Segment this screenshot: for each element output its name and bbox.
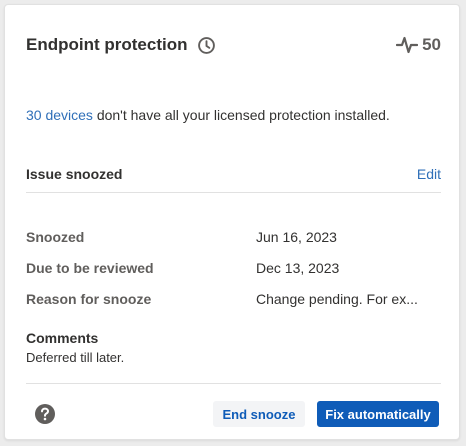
- edit-link[interactable]: Edit: [417, 166, 441, 182]
- comments-title: Comments: [26, 330, 99, 346]
- detail-label: Snoozed: [26, 228, 85, 245]
- footer-divider: [26, 383, 441, 384]
- detail-value: Dec 13, 2023: [256, 259, 340, 276]
- message-text: don't have all your licensed protection …: [92, 107, 390, 123]
- fix-automatically-button[interactable]: Fix automatically: [317, 401, 439, 427]
- issue-status-title: Issue snoozed: [26, 166, 123, 182]
- snooze-details: Snoozed Jun 16, 2023 Due to be reviewed …: [26, 221, 446, 314]
- comments-text: Deferred till later.: [26, 350, 125, 365]
- snooze-section-header: Issue snoozed Edit: [26, 166, 441, 182]
- detail-value: Change pending. For ex...: [256, 290, 418, 307]
- comments-section: Comments Deferred till later.: [26, 330, 124, 365]
- section-divider: [26, 192, 441, 193]
- detail-label: Reason for snooze: [26, 290, 152, 307]
- card-header: Endpoint protection: [26, 35, 216, 55]
- detail-row-reason: Reason for snooze Change pending. For ex…: [26, 283, 446, 314]
- detail-row-due: Due to be reviewed Dec 13, 2023: [26, 252, 446, 283]
- endpoint-protection-card: Endpoint protection 50 30 devices don't …: [4, 4, 460, 440]
- detail-value: Jun 16, 2023: [256, 228, 337, 245]
- card-title: Endpoint protection: [26, 35, 188, 54]
- devices-link[interactable]: 30 devices: [26, 107, 93, 123]
- score-value: 50: [422, 35, 441, 54]
- clock-icon: [197, 36, 216, 55]
- detail-row-snoozed: Snoozed Jun 16, 2023: [26, 221, 446, 252]
- end-snooze-button[interactable]: End snooze: [213, 401, 305, 427]
- score-indicator: 50: [396, 35, 441, 55]
- pulse-icon: [396, 35, 419, 55]
- detail-label: Due to be reviewed: [26, 259, 154, 276]
- protection-message: 30 devices don't have all your licensed …: [26, 107, 390, 123]
- help-icon[interactable]: [34, 403, 56, 425]
